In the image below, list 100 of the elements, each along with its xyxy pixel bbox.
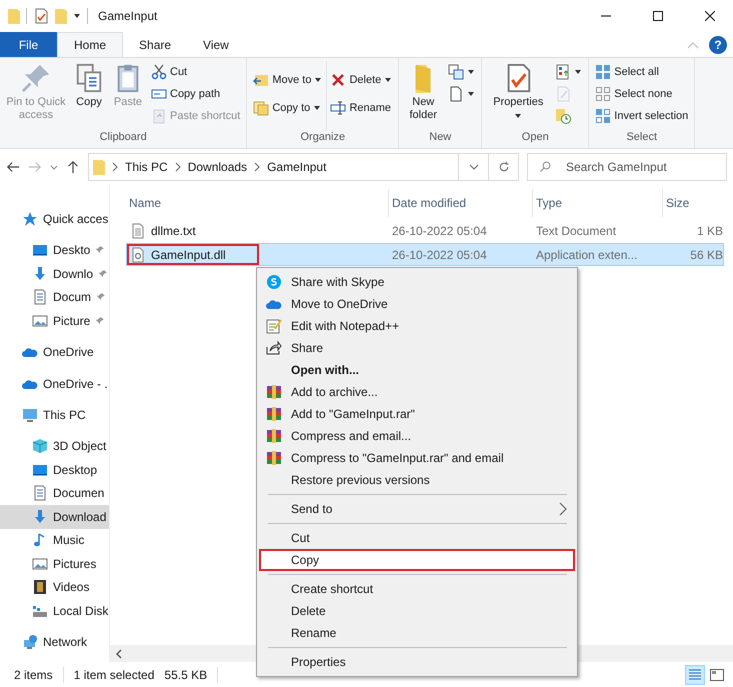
menu-item[interactable]: Copy — [259, 549, 575, 571]
ribbon-tab[interactable]: Share — [123, 32, 188, 57]
window-title: GameInput — [98, 9, 158, 23]
nav-item[interactable]: Music — [0, 528, 109, 552]
skype-icon — [266, 274, 282, 290]
menu-item[interactable]: Cut — [259, 527, 575, 549]
menu-item[interactable]: Compress to "GameInput.rar" and email — [259, 447, 575, 469]
address-bar[interactable]: This PC Downloads GameInput — [88, 153, 519, 181]
ribbon-button[interactable]: Move to — [250, 69, 326, 91]
menu-item[interactable]: Move to OneDrive — [259, 293, 575, 315]
caret-icon — [314, 76, 322, 84]
menu-item[interactable]: Share — [259, 337, 575, 359]
menu-item[interactable]: Share with Skype — [259, 271, 575, 293]
file-row[interactable]: GameInput.dll 26-10-2022 05:04 Application exten... 56 KB — [126, 243, 724, 266]
ribbon-tab[interactable]: Home — [57, 32, 124, 57]
menu-item[interactable]: Open with... — [259, 359, 575, 381]
cube-icon — [32, 438, 48, 454]
menu-item[interactable]: Delete — [259, 600, 575, 622]
back-button[interactable] — [6, 160, 20, 174]
recent-locations-button[interactable] — [50, 163, 58, 171]
nav-item[interactable]: OneDrive - . — [0, 372, 109, 396]
table-cell-text: 26-10-2022 05:04 — [391, 224, 488, 238]
star-icon — [22, 210, 38, 227]
column-header[interactable]: Type — [532, 189, 662, 217]
nav-item[interactable]: Documen — [0, 482, 109, 506]
ribbon-button[interactable]: New folder — [402, 61, 444, 130]
nav-item[interactable]: Local Disk — [0, 599, 109, 622]
document-icon — [32, 485, 48, 502]
breadcrumb[interactable]: Downloads — [188, 160, 248, 174]
nav-item[interactable]: Docum — [0, 285, 109, 309]
copy-icon — [74, 63, 104, 93]
table-cell-text: Text Document — [535, 224, 618, 238]
ribbon-button[interactable]: Select none — [592, 83, 692, 105]
ribbon-button[interactable]: Delete — [327, 69, 396, 91]
caret-icon — [384, 76, 392, 84]
ribbon-tab[interactable]: File — [0, 32, 57, 57]
folder-icon — [8, 8, 20, 24]
ribbon-button[interactable]: Select all — [592, 61, 692, 83]
nav-item[interactable]: Quick acces — [0, 207, 109, 230]
up-button[interactable] — [66, 160, 80, 174]
caret-icon — [467, 68, 476, 76]
folder-copy-icon — [253, 100, 270, 116]
menu-item[interactable]: Create shortcut — [259, 578, 575, 600]
column-header[interactable]: Date modified — [388, 189, 532, 217]
menu-item[interactable]: Add to "GameInput.rar" — [259, 403, 575, 425]
menu-item[interactable]: Compress and email... — [259, 425, 575, 447]
help-button[interactable]: ? — [709, 36, 727, 54]
caret-icon — [467, 90, 476, 98]
folder-icon — [93, 159, 105, 175]
column-header[interactable]: Size — [662, 189, 724, 217]
share-icon — [266, 340, 282, 356]
nav-item[interactable]: 3D Object — [0, 434, 109, 458]
picture-icon — [32, 312, 48, 329]
view-button[interactable] — [685, 664, 705, 684]
menu-item[interactable]: Send to — [259, 498, 575, 520]
nav-item[interactable]: OneDrive — [0, 340, 109, 364]
menu-item[interactable]: Rename — [259, 622, 575, 644]
nav-item[interactable]: Network — [0, 630, 109, 654]
folder-icon — [415, 63, 432, 93]
column-header[interactable]: Name — [126, 189, 388, 217]
group-label: Clipboard — [100, 130, 147, 145]
file-row[interactable]: dllme.txt 26-10-2022 05:04 Text Document 1 KB — [126, 219, 724, 242]
menu-item[interactable]: Edit with Notepad++ — [259, 315, 575, 337]
computer-icon — [22, 407, 38, 424]
menu-item[interactable]: Properties — [259, 651, 575, 673]
ribbon-button[interactable]: Copy — [70, 61, 108, 130]
table-cell-text: Application exten... — [535, 248, 638, 262]
selection-info: 1 item selected — [74, 668, 154, 682]
menu-item[interactable]: Restore previous versions — [259, 469, 575, 491]
nav-item[interactable]: Videos — [0, 576, 109, 600]
refresh-icon — [498, 161, 510, 173]
ribbon-button[interactable]: Invert selection — [592, 105, 692, 127]
nav-item[interactable]: Downlo — [0, 262, 109, 286]
selection-size: 55.5 KB — [164, 668, 208, 682]
ribbon-tab[interactable]: View — [187, 32, 245, 57]
up-arrow-icon — [66, 160, 80, 174]
menu-item[interactable]: Add to archive... — [259, 381, 575, 403]
nav-item[interactable]: Desktop — [0, 458, 109, 482]
breadcrumb[interactable]: GameInput — [267, 160, 326, 174]
ribbon-button[interactable]: Rename — [327, 97, 396, 119]
table-cell-text: 26-10-2022 05:04 — [391, 248, 488, 262]
ribbon-button[interactable]: Copy to — [250, 97, 326, 119]
caret-icon — [468, 163, 478, 171]
history-icon — [555, 108, 572, 124]
ribbon-button[interactable]: Cut — [148, 61, 244, 83]
nav-item[interactable]: Download — [0, 505, 109, 529]
nav-item[interactable]: Picture — [0, 308, 109, 332]
ribbon-button[interactable]: Copy path — [148, 83, 244, 105]
nav-item[interactable]: This PC — [0, 403, 109, 427]
nav-item[interactable]: Deskto — [0, 238, 109, 262]
nav-item[interactable]: Pictures — [0, 552, 109, 576]
breadcrumb[interactable]: This PC — [125, 160, 168, 174]
close-icon — [705, 11, 715, 21]
group-label: New — [429, 130, 452, 145]
search-field[interactable]: Search GameInput — [527, 153, 727, 181]
scissors-icon — [151, 64, 167, 80]
customize-icon — [73, 12, 81, 20]
network-icon — [22, 634, 38, 650]
ribbon-button[interactable]: Properties — [485, 61, 552, 130]
caret-icon — [574, 68, 582, 76]
